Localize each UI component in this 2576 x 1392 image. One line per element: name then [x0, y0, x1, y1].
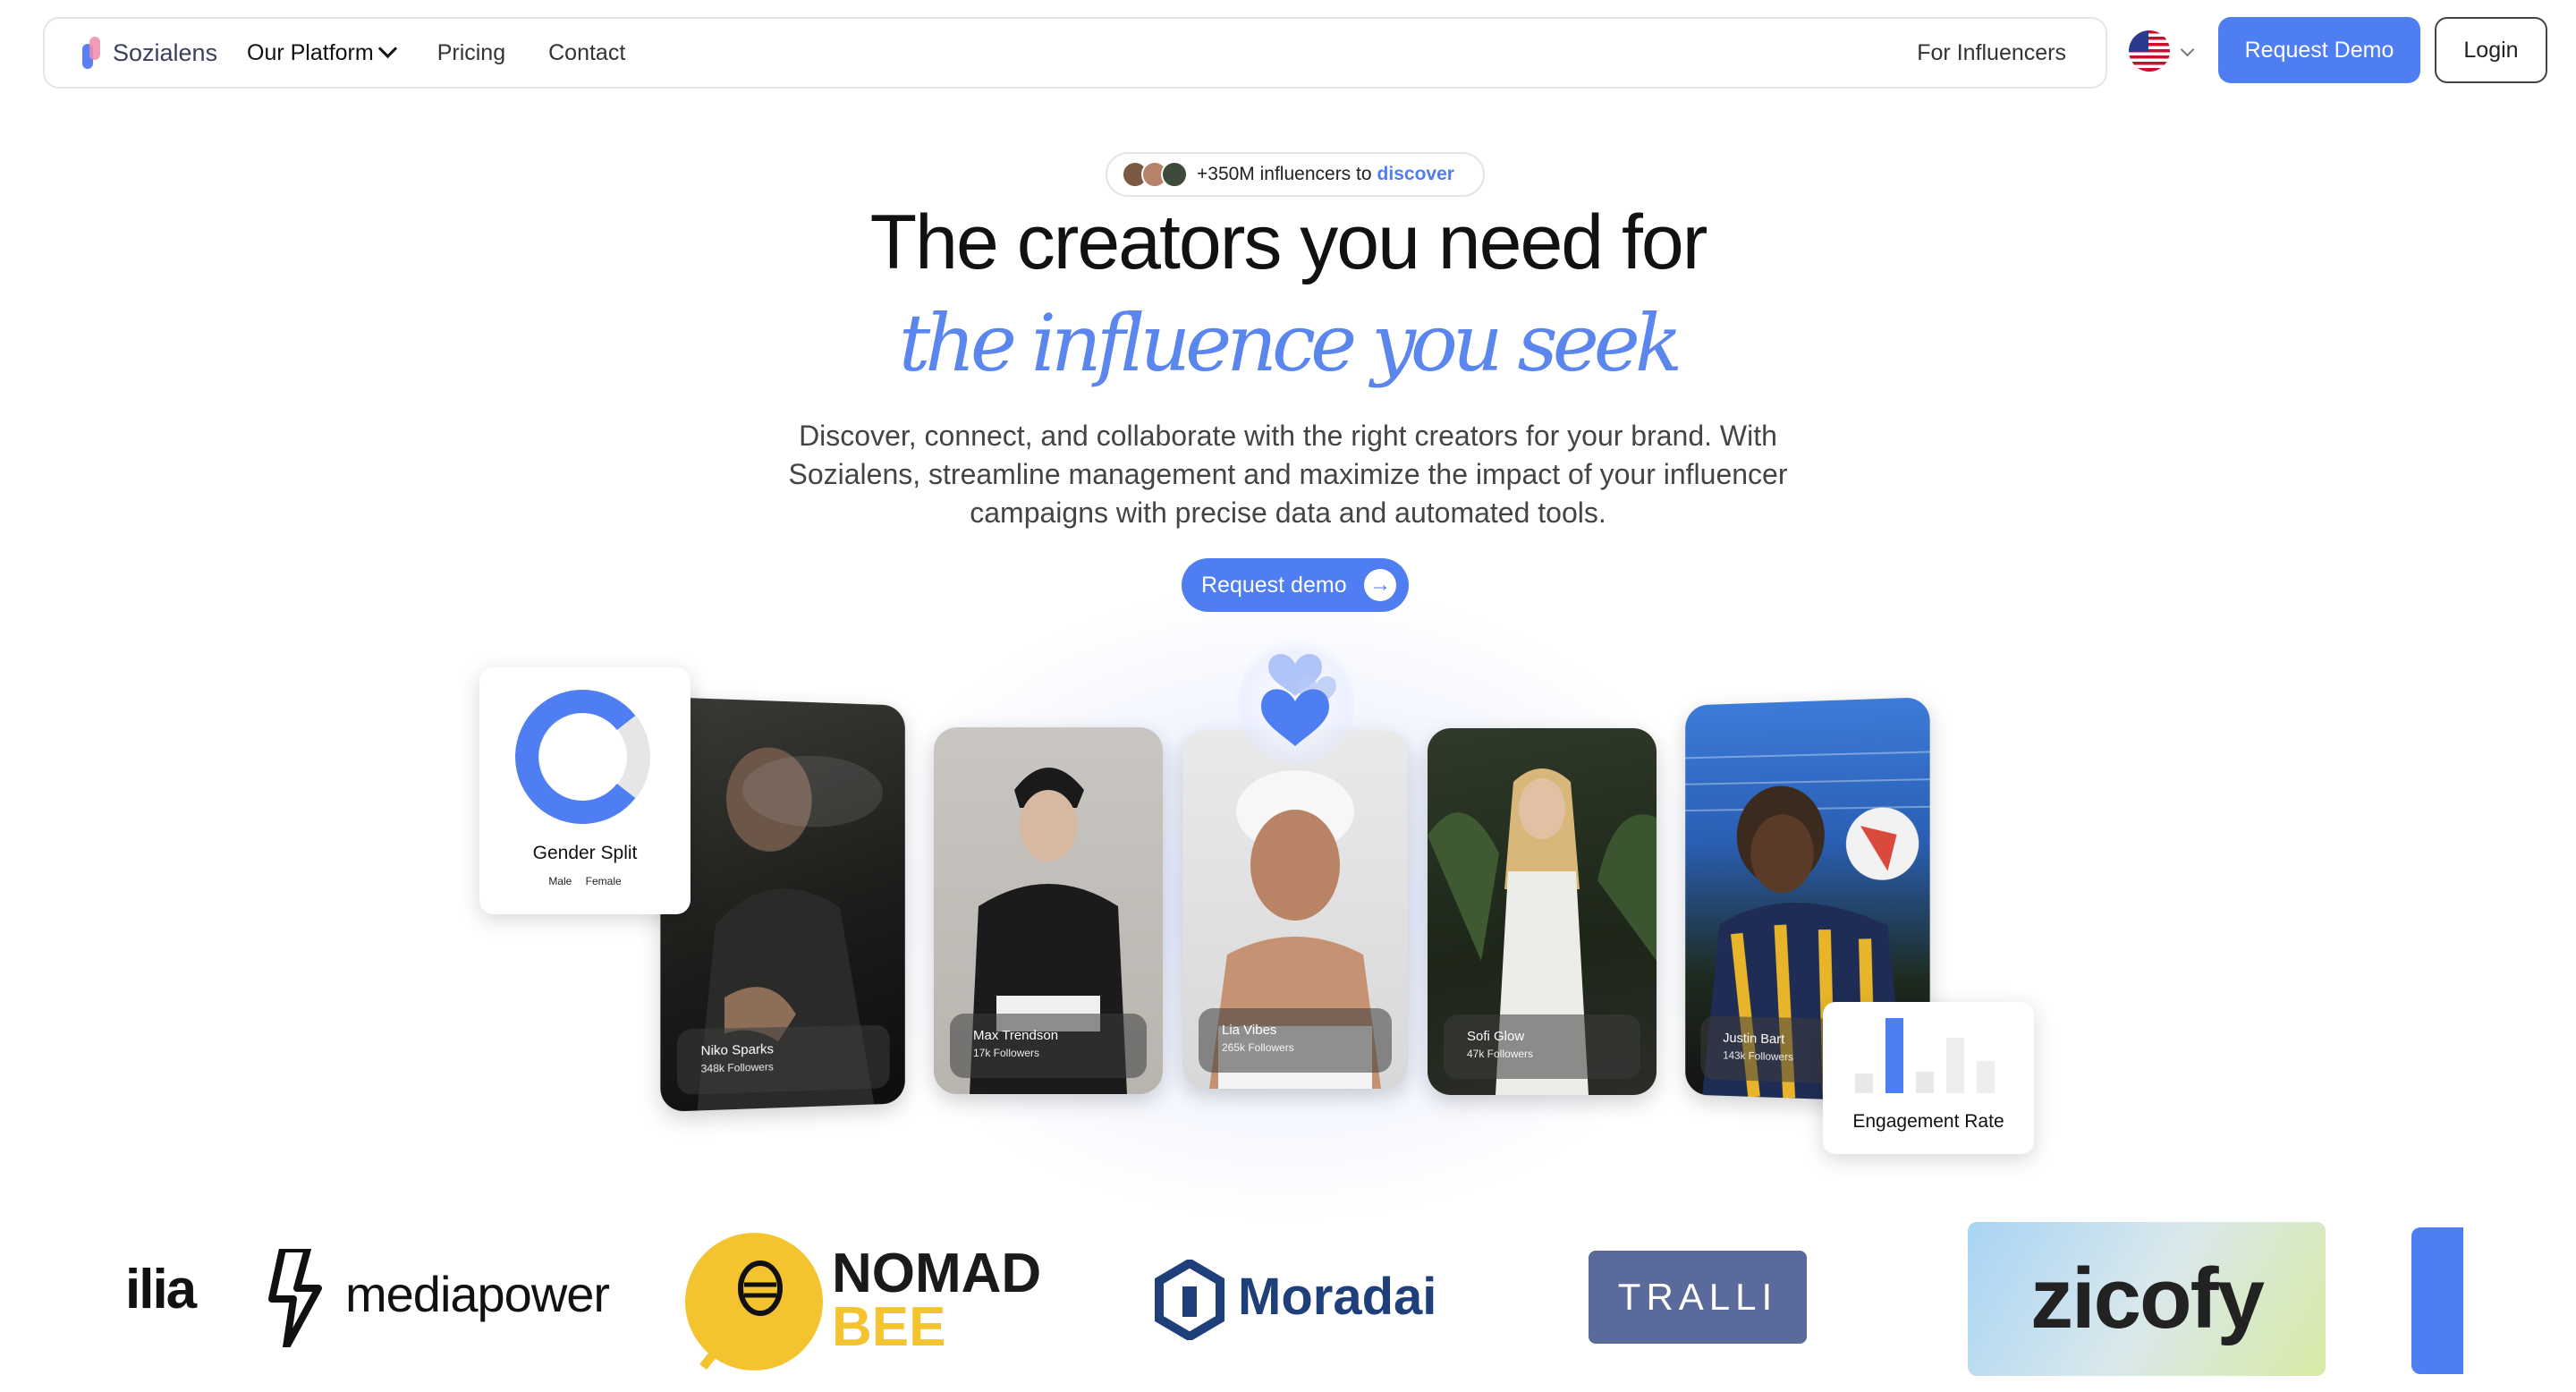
- creator-followers: 265k Followers: [1222, 1041, 1294, 1054]
- logo-tralli: TRALLI: [1617, 1276, 1778, 1318]
- creator-info: Niko Sparks 348k Followers: [676, 1024, 890, 1095]
- chevron-down-icon: [377, 38, 397, 59]
- logo-mark-icon: [80, 35, 104, 71]
- engagement-rate-widget: Engagement Rate: [1823, 1002, 2034, 1154]
- request-demo-button[interactable]: Request Demo: [2218, 17, 2420, 83]
- top-navbar: Sozialens Our Platform Pricing Contact F…: [43, 17, 2107, 89]
- gender-split-widget: Gender Split Male Female: [479, 667, 691, 914]
- donut-chart-icon: [515, 690, 650, 824]
- logo-moradai: Moradai: [1238, 1268, 1437, 1326]
- creator-card[interactable]: Lia Vibes 265k Followers: [1182, 731, 1408, 1089]
- creator-card[interactable]: Niko Sparks 348k Followers: [660, 697, 905, 1112]
- brand-name: Sozialens: [113, 38, 218, 66]
- partner-logos: ilia mediapower NOMAD BEE Moradai TRALLI…: [125, 1222, 2463, 1392]
- moradai-logo-icon: [1154, 1258, 1225, 1345]
- creator-card[interactable]: Sofi Glow 47k Followers: [1428, 728, 1657, 1095]
- logo-zicofy-box: zicofy: [1968, 1222, 2326, 1376]
- influencer-count-pill: +350M influencers to discover: [1106, 152, 1485, 197]
- creator-name: Lia Vibes: [1222, 1023, 1277, 1038]
- creator-card[interactable]: Max Trendson 17k Followers: [934, 727, 1163, 1094]
- legend-male: Male: [548, 875, 572, 887]
- heart-icon: [1261, 654, 1336, 746]
- bee-logo-icon: [685, 1233, 823, 1371]
- hero-title: The creators you need for: [869, 199, 1708, 285]
- gender-split-title: Gender Split: [532, 843, 638, 863]
- login-button[interactable]: Login: [2435, 17, 2547, 83]
- us-flag-icon[interactable]: [2129, 30, 2170, 72]
- gender-legend: Male Female: [479, 875, 691, 887]
- language-chevron-icon[interactable]: [2180, 42, 2195, 57]
- avatar-stack: [1122, 161, 1188, 188]
- creator-name: Sofi Glow: [1467, 1029, 1525, 1044]
- hero-title-script: the influence you seek: [898, 297, 1682, 389]
- creator-name: Max Trendson: [973, 1028, 1059, 1043]
- nav-links: Our Platform Pricing Contact: [247, 38, 625, 66]
- logo-bee: BEE: [832, 1296, 946, 1358]
- nav-contact[interactable]: Contact: [548, 40, 625, 66]
- creator-followers: 17k Followers: [973, 1047, 1040, 1059]
- nav-our-platform[interactable]: Our Platform: [247, 38, 397, 66]
- logo-nomad: NOMAD: [832, 1243, 1042, 1304]
- logo-mediapower: mediapower: [345, 1266, 610, 1322]
- creator-followers: 47k Followers: [1467, 1048, 1534, 1060]
- logo-partial: [2411, 1227, 2463, 1374]
- hero-subtitle: Discover, connect, and collaborate with …: [788, 420, 1788, 529]
- pill-text: +350M influencers to: [1197, 164, 1372, 184]
- creator-followers: 348k Followers: [700, 1060, 774, 1075]
- heart-bubble: [1238, 637, 1354, 771]
- engagement-rate-title: Engagement Rate: [1852, 1111, 2004, 1132]
- creator-info: Lia Vibes 265k Followers: [1199, 1008, 1392, 1073]
- pill-highlight: discover: [1377, 164, 1454, 184]
- legend-female: Female: [585, 875, 622, 887]
- nav-for-influencers[interactable]: For Influencers: [1917, 40, 2066, 66]
- lightning-logo-icon: [268, 1245, 322, 1352]
- logo-nomad-bee: NOMAD BEE: [832, 1243, 1042, 1358]
- nav-pricing[interactable]: Pricing: [437, 40, 505, 66]
- bar-chart-icon: [1855, 1018, 1995, 1093]
- creator-info: Max Trendson 17k Followers: [950, 1014, 1147, 1078]
- creator-name: Niko Sparks: [700, 1041, 774, 1059]
- logo-tralli-box: TRALLI: [1589, 1251, 1807, 1344]
- brand-logo[interactable]: Sozialens: [80, 35, 217, 71]
- logo-zicofy: zicofy: [2029, 1251, 2265, 1346]
- logo-ilia: ilia: [125, 1259, 197, 1320]
- creator-info: Sofi Glow 47k Followers: [1444, 1014, 1640, 1079]
